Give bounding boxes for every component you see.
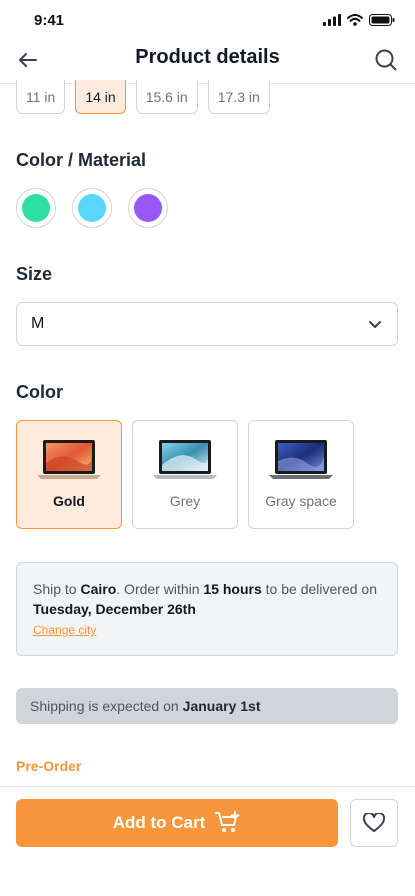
search-button[interactable]: [373, 47, 399, 73]
color-title: Color: [16, 382, 63, 402]
app-header: Product details: [0, 40, 415, 84]
swatch-dot: [78, 194, 106, 222]
status-time: 9:41: [34, 12, 65, 29]
color-option-gold[interactable]: Gold: [16, 420, 122, 529]
pre-order-label: Pre-Order: [16, 758, 82, 774]
chevron-down-icon: [369, 321, 381, 328]
bottom-action-bar: Add to Cart: [0, 786, 415, 896]
swatch-green[interactable]: [16, 188, 56, 228]
chip-screen-size[interactable]: 15.6 in: [135, 80, 198, 114]
status-bar: 9:41: [0, 0, 415, 40]
wishlist-button[interactable]: [350, 799, 398, 847]
status-icons: [323, 14, 395, 26]
size-select[interactable]: M: [16, 302, 398, 346]
battery-icon: [369, 14, 395, 26]
shipping-info: Ship to Cairo. Order within 15 hours to …: [16, 562, 398, 656]
color-options: Gold Grey Gray space: [16, 420, 354, 529]
laptop-gray-space-image: [269, 440, 333, 479]
chip-screen-size[interactable]: 17.3 in: [207, 80, 270, 114]
chip-screen-size-selected[interactable]: 14 in: [75, 80, 126, 114]
material-swatches: [16, 188, 168, 228]
heart-icon: [363, 813, 385, 832]
swatch-dot: [22, 194, 50, 222]
wifi-icon: [347, 14, 363, 26]
swatch-cyan[interactable]: [72, 188, 112, 228]
swatch-dot: [134, 194, 162, 222]
chip-screen-size[interactable]: 11 in: [16, 80, 66, 114]
shipping-text: Ship to Cairo. Order within 15 hours to …: [33, 581, 377, 617]
add-to-cart-label: Add to Cart: [112, 813, 206, 832]
color-option-label: Grey: [169, 493, 201, 509]
size-select-value: M: [31, 315, 45, 332]
page-title: Product details: [135, 46, 280, 68]
swatch-purple[interactable]: [128, 188, 168, 228]
color-option-label: Gold: [53, 493, 85, 509]
search-icon: [375, 49, 397, 71]
cart-add-icon: [215, 811, 240, 832]
color-option-grey[interactable]: Grey: [132, 420, 238, 529]
size-title: Size: [16, 264, 53, 284]
change-city-link[interactable]: Change city: [33, 623, 96, 637]
color-option-gray-space[interactable]: Gray space: [248, 420, 354, 529]
shipping-expected-bar: Shipping is expected on January 1st: [16, 688, 398, 724]
laptop-grey-image: [153, 440, 217, 479]
laptop-gold-image: [37, 440, 101, 479]
color-material-title: Color / Material: [16, 150, 147, 170]
color-option-label: Gray space: [265, 493, 337, 509]
add-to-cart-button[interactable]: Add to Cart: [16, 799, 338, 847]
signal-icon: [323, 14, 341, 26]
screen-size-chips: 11 in 14 in 15.6 in 17.3 in: [16, 80, 270, 114]
